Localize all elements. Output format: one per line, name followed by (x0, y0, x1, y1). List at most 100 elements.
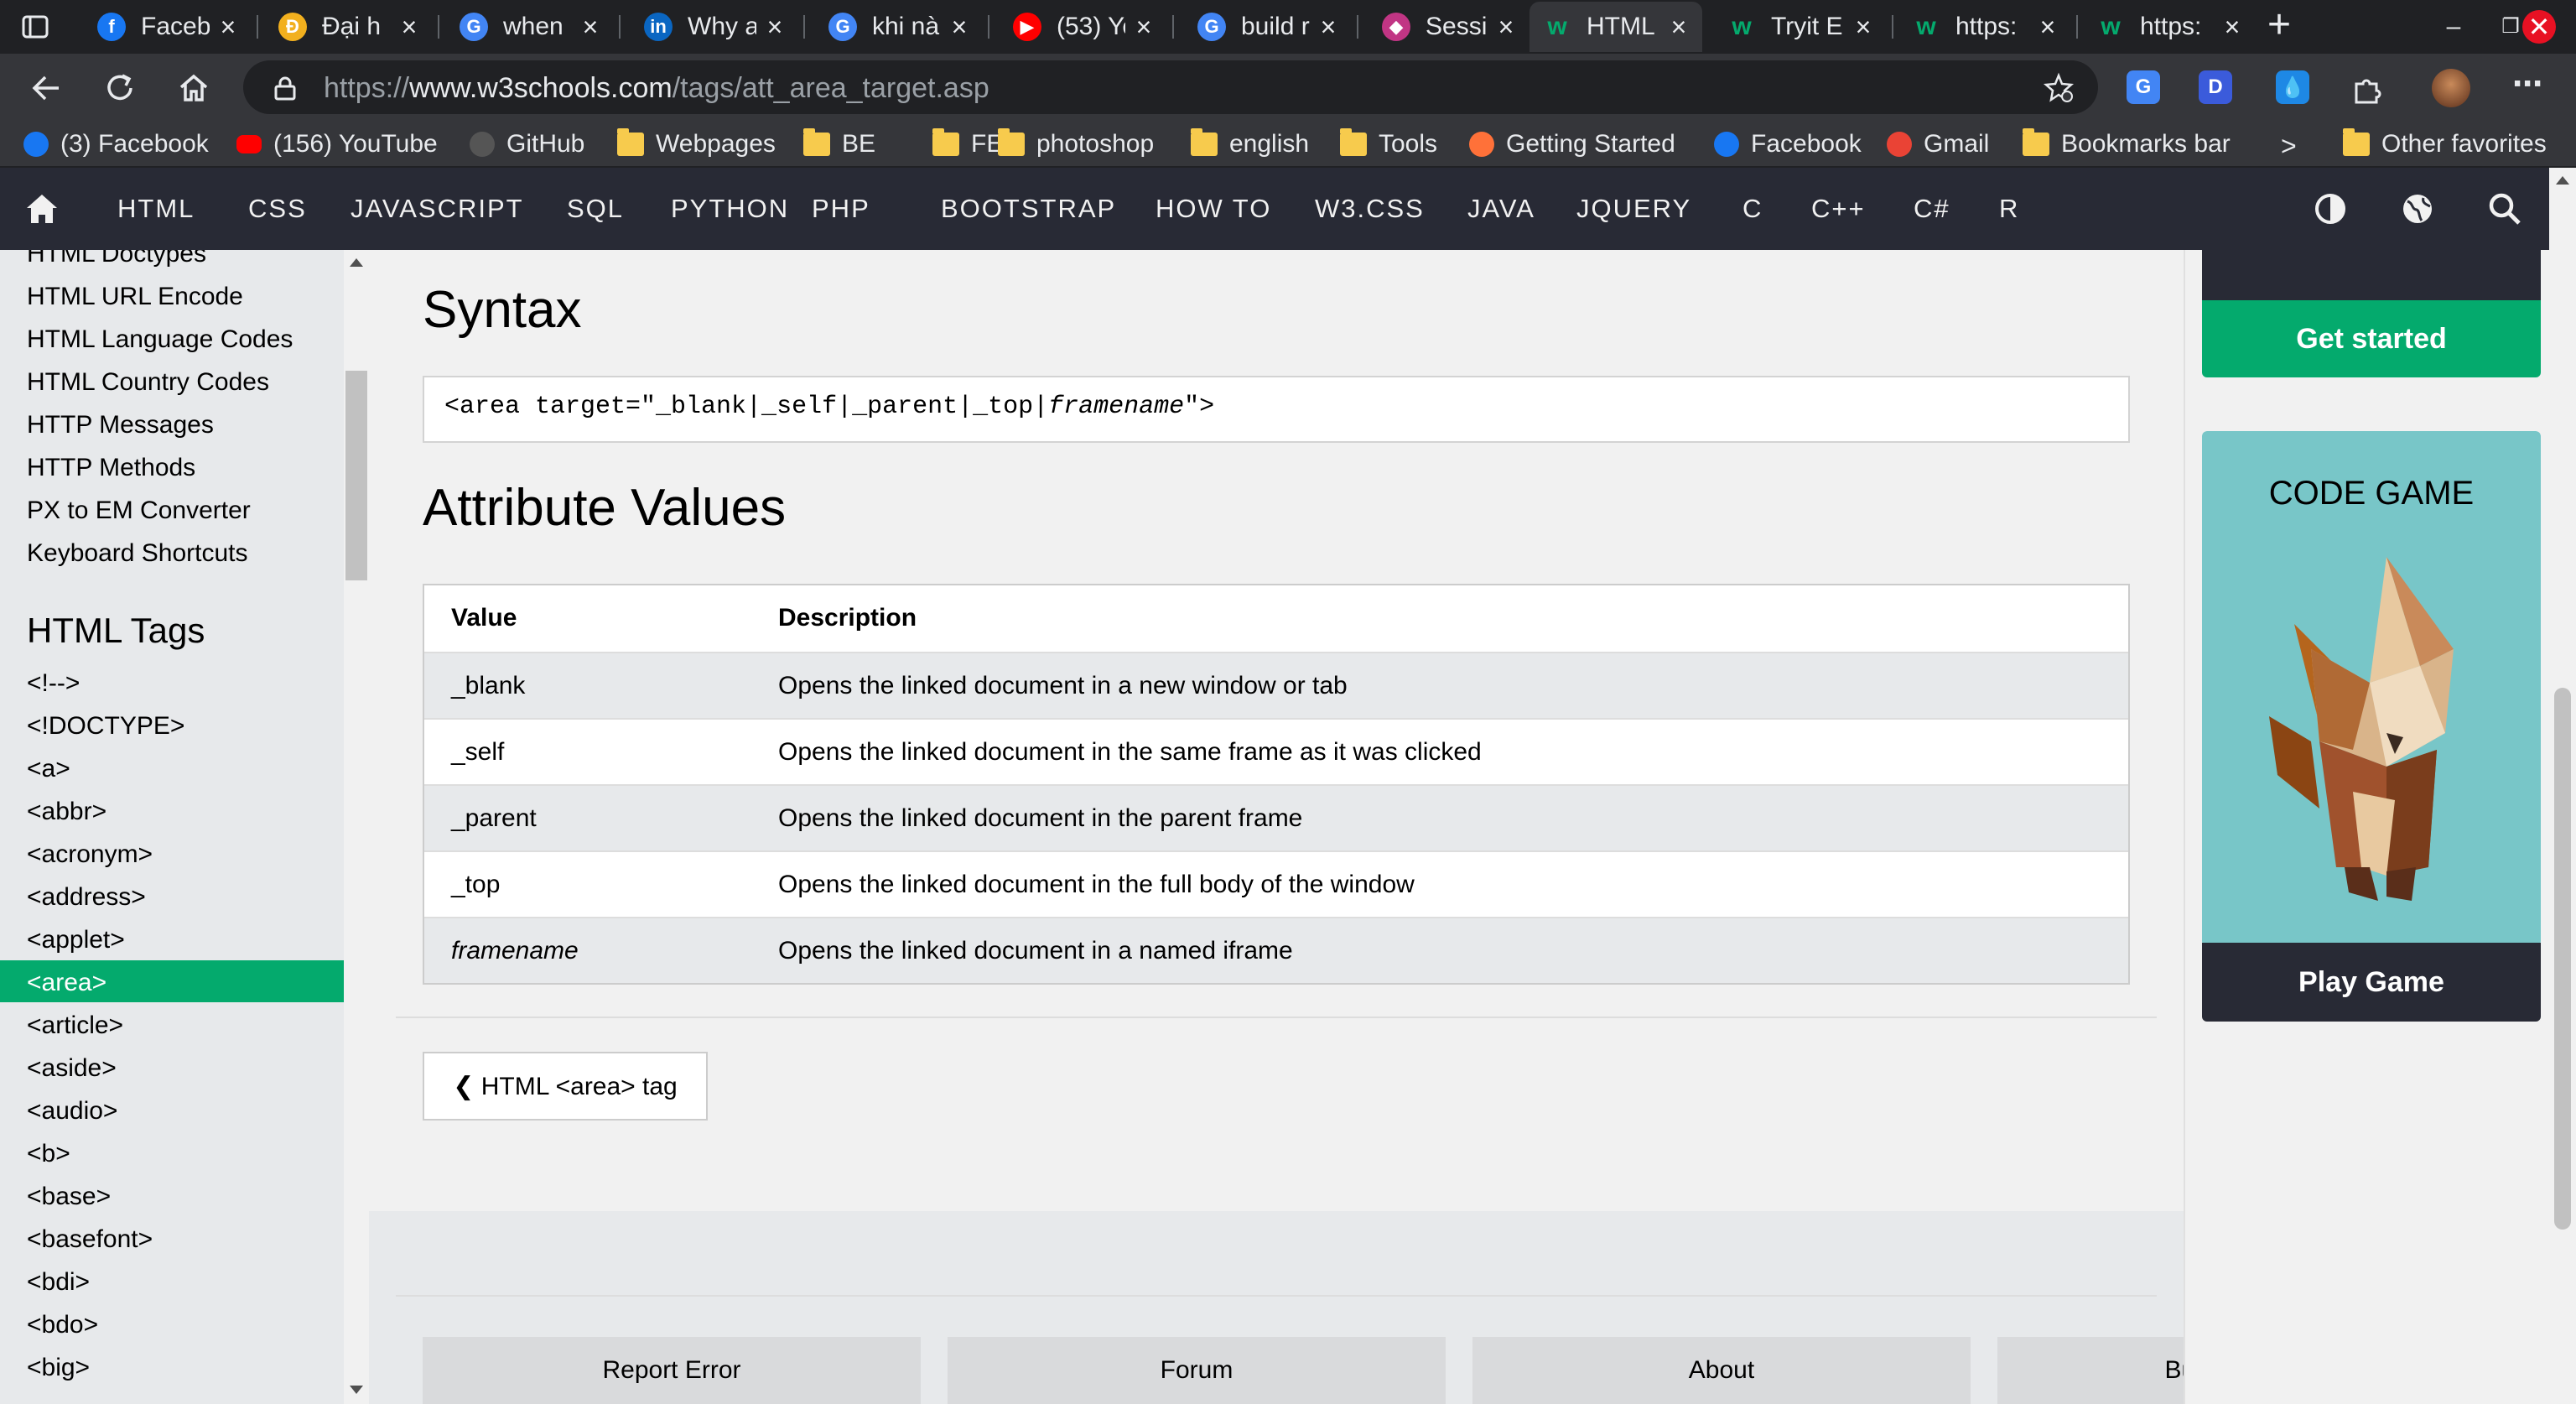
favorite-star-icon[interactable] (2043, 72, 2075, 104)
scroll-up-arrow-icon[interactable] (350, 258, 363, 267)
sidebar-link[interactable]: HTML Doctypes (27, 250, 206, 268)
extensions-puzzle-icon[interactable] (2348, 70, 2386, 109)
bookmark-item[interactable]: (3) Facebook (23, 127, 209, 161)
close-tab-icon[interactable]: × (1317, 13, 1340, 40)
nav-item-java[interactable]: JAVA (1467, 168, 1535, 250)
bookmark-item[interactable]: english (1191, 127, 1309, 161)
sidebar-link[interactable]: HTTP Methods (27, 454, 195, 482)
nav-item-bootstrap[interactable]: BOOTSTRAP (941, 168, 1116, 250)
page-scrollbar[interactable] (2549, 168, 2576, 1404)
close-tab-icon[interactable]: × (1852, 13, 1875, 40)
nav-item-c[interactable]: C++ (1811, 168, 1866, 250)
browser-tab[interactable]: f Facebo× (84, 2, 252, 52)
close-tab-icon[interactable]: × (579, 13, 602, 40)
sidebar-tag-link[interactable]: <audio> (27, 1097, 117, 1126)
forum-button[interactable]: Forum (948, 1337, 1446, 1404)
bookmark-item[interactable]: (156) YouTube (236, 127, 438, 161)
get-started-button[interactable]: Get started (2202, 300, 2541, 377)
bookmark-item[interactable]: Tools (1340, 127, 1437, 161)
sidebar-tag-link[interactable]: <basefont> (27, 1225, 153, 1254)
sidebar-link[interactable]: Keyboard Shortcuts (27, 539, 247, 568)
url-text[interactable]: https://www.w3schools.com/tags/att_area_… (324, 72, 989, 105)
nav-item-how-to[interactable]: HOW TO (1156, 168, 1271, 250)
sidebar-tag-link[interactable]: <bdo> (27, 1311, 98, 1339)
page-scroll-thumb[interactable] (2554, 688, 2571, 1230)
bookmark-item[interactable]: Bookmarks bar (2023, 127, 2231, 161)
dark-mode-toggle-icon[interactable] (2313, 191, 2348, 226)
nav-item-w3-css[interactable]: W3.CSS (1315, 168, 1425, 250)
code-game-ad[interactable]: CODE GAME Play Game (2202, 431, 2541, 1022)
nav-item-jquery[interactable]: JQUERY (1576, 168, 1691, 250)
sidebar-link[interactable]: HTTP Messages (27, 411, 214, 439)
bookmark-item[interactable]: Getting Started (1469, 127, 1675, 161)
nav-item-sql[interactable]: SQL (567, 168, 624, 250)
profile-avatar[interactable] (2432, 69, 2470, 107)
sidebar-tag-link[interactable]: <aside> (27, 1054, 117, 1083)
browser-tab[interactable]: w https: × (1898, 2, 2071, 52)
browser-tab[interactable]: Gbuild r × (1184, 2, 1352, 52)
more-menu-icon[interactable]: ⋯ (2511, 66, 2544, 101)
sidebar-link[interactable]: HTML URL Encode (27, 283, 243, 311)
browser-tab[interactable]: Đ Đại h × (265, 2, 433, 52)
browser-tab[interactable]: Gwhen × (446, 2, 614, 52)
new-tab-button[interactable]: + (2262, 5, 2296, 45)
browser-tab[interactable]: Gkhi nà × (815, 2, 983, 52)
address-bar[interactable]: https://www.w3schools.com/tags/att_area_… (243, 60, 2098, 114)
close-tab-icon[interactable]: × (397, 13, 421, 40)
browser-tab[interactable]: w HTML × (1530, 2, 1702, 52)
sidebar-tag-link[interactable]: <address> (27, 883, 146, 912)
sidebar-link[interactable]: HTML Language Codes (27, 325, 293, 354)
close-tab-icon[interactable]: × (2036, 13, 2059, 40)
nav-item-c[interactable]: C (1742, 168, 1763, 250)
scroll-down-arrow-icon[interactable] (350, 1386, 363, 1394)
sidebar-tag-link[interactable]: <acronym> (27, 840, 153, 869)
sidebar-tag-link[interactable]: <!DOCTYPE> (27, 712, 184, 741)
bookmarks-overflow-button[interactable]: > (2281, 131, 2297, 162)
play-game-button[interactable]: Play Game (2202, 943, 2541, 1022)
bookmark-item[interactable]: photoshop (998, 127, 1154, 161)
translate-icon[interactable]: G (2127, 70, 2160, 104)
browser-tab[interactable]: w https: × (2083, 2, 2256, 52)
sidebar-tag-link[interactable]: <applet> (27, 926, 125, 954)
scroll-up-arrow-icon[interactable] (2556, 176, 2569, 185)
sidebar-scroll-thumb[interactable] (345, 371, 367, 580)
sidebar-tag-link[interactable]: <article> (27, 1011, 123, 1040)
browser-tab[interactable]: ▶ (53) Yo × (1000, 2, 1167, 52)
bookmark-item[interactable]: Webpages (617, 127, 776, 161)
sidebar-tag-link[interactable]: <abbr> (27, 798, 106, 826)
close-tab-icon[interactable]: × (1132, 13, 1156, 40)
sidebar-tag-link[interactable]: <big> (27, 1354, 90, 1382)
previous-page-button[interactable]: ❮ HTML <area> tag (423, 1052, 708, 1121)
nav-item-css[interactable]: CSS (248, 168, 307, 250)
home-icon[interactable] (25, 193, 59, 225)
drop-extension-icon[interactable]: 💧 (2276, 70, 2309, 104)
sidebar-tag-link[interactable]: <a> (27, 755, 70, 783)
tab-actions-icon[interactable] (20, 12, 50, 42)
search-icon[interactable] (2487, 191, 2522, 226)
reload-icon[interactable] (101, 69, 139, 107)
lock-icon[interactable] (273, 75, 297, 101)
close-tab-icon[interactable]: × (1667, 13, 1690, 40)
nav-item-html[interactable]: HTML (117, 168, 195, 250)
other-favorites[interactable]: Other favorites (2343, 127, 2547, 161)
sidebar-tag-link[interactable]: <base> (27, 1183, 111, 1211)
close-tab-icon[interactable]: × (948, 13, 971, 40)
bookmark-item[interactable]: Facebook (1714, 127, 1862, 161)
nav-item-php[interactable]: PHP (812, 168, 870, 250)
d-extension-icon[interactable]: D (2199, 70, 2232, 104)
bookmark-item[interactable]: Gmail (1887, 127, 1989, 161)
sidebar-tag-link[interactable]: <bdi> (27, 1268, 90, 1297)
close-tab-icon[interactable]: × (216, 13, 240, 40)
sidebar-tag-link[interactable]: <b> (27, 1140, 70, 1168)
browser-tab[interactable]: in Why a × (631, 2, 798, 52)
nav-item-python[interactable]: PYTHON (671, 168, 789, 250)
nav-item-r[interactable]: R (1999, 168, 2019, 250)
bookmark-item[interactable]: GitHub (470, 127, 584, 161)
close-tab-icon[interactable]: × (763, 13, 787, 40)
bookmark-item[interactable]: FE (932, 127, 1003, 161)
sidebar-tag-link-active[interactable]: <area> (0, 960, 344, 1002)
nav-item-c[interactable]: C# (1914, 168, 1950, 250)
sidebar-link[interactable]: PX to EM Converter (27, 497, 251, 525)
about-button[interactable]: About (1472, 1337, 1971, 1404)
close-tab-icon[interactable]: × (2220, 13, 2244, 40)
